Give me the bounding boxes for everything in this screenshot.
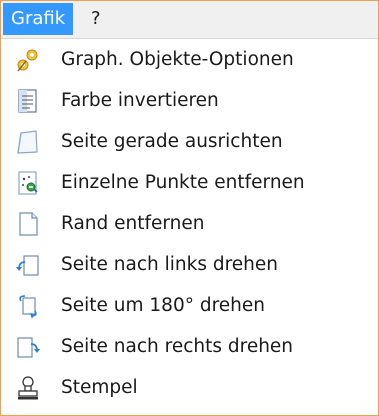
menu-item-rotate-right[interactable]: Seite nach rechts drehen xyxy=(1,326,378,367)
rotate-180-icon xyxy=(15,293,41,319)
menu-item-label: Seite gerade ausrichten xyxy=(61,131,283,152)
rotate-right-icon xyxy=(15,334,41,360)
stamp-icon xyxy=(15,375,41,401)
menu-item-rotate-left[interactable]: Seite nach links drehen xyxy=(1,244,378,285)
menu-item-label: Stempel xyxy=(61,377,138,398)
menu-item-rotate-180[interactable]: Seite um 180° drehen xyxy=(1,285,378,326)
menu-item-label: Graph. Objekte-Optionen xyxy=(61,49,294,70)
menu-grafik[interactable]: Grafik xyxy=(3,3,74,35)
gear-options-icon xyxy=(15,47,41,73)
menu-item-remove-border[interactable]: Rand entfernen xyxy=(1,203,378,244)
menu-item-label: Einzelne Punkte entfernen xyxy=(61,172,305,193)
menu-item-remove-dots[interactable]: Einzelne Punkte entfernen xyxy=(1,162,378,203)
page-straighten-icon xyxy=(15,129,41,155)
page-border-icon xyxy=(15,211,41,237)
menu-window: Grafik ? Graph. Objekte-Optionen Farbe i… xyxy=(0,0,379,416)
rotate-left-icon xyxy=(15,252,41,278)
menu-item-label: Rand entfernen xyxy=(61,213,205,234)
menu-item-stamp[interactable]: Stempel xyxy=(1,367,378,408)
menu-bar: Grafik ? xyxy=(1,1,378,39)
grafik-dropdown-menu: Graph. Objekte-Optionen Farbe invertiere… xyxy=(1,39,378,415)
menu-item-label: Seite nach links drehen xyxy=(61,254,279,275)
menu-item-graph-objects-options[interactable]: Graph. Objekte-Optionen xyxy=(1,39,378,80)
menu-item-label: Farbe invertieren xyxy=(61,90,219,111)
menu-item-label: Seite nach rechts drehen xyxy=(61,336,294,357)
menu-item-label: Seite um 180° drehen xyxy=(61,295,266,316)
menu-item-invert-color[interactable]: Farbe invertieren xyxy=(1,80,378,121)
menu-item-straighten-page[interactable]: Seite gerade ausrichten xyxy=(1,121,378,162)
remove-dots-icon xyxy=(15,170,41,196)
document-invert-icon xyxy=(15,88,41,114)
menu-help[interactable]: ? xyxy=(83,3,109,35)
